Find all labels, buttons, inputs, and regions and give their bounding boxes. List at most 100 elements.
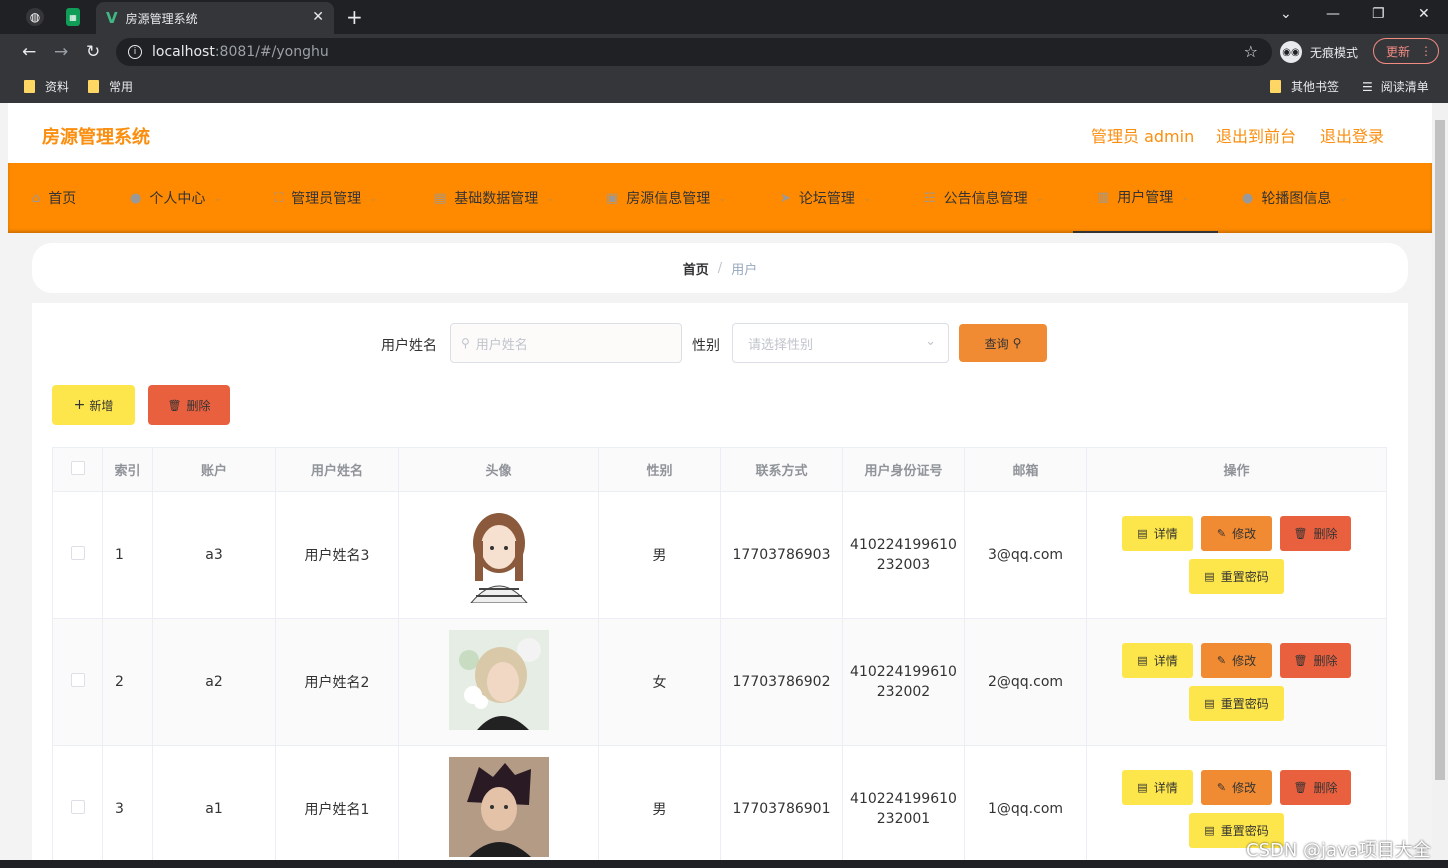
add-button[interactable]: + 新增 xyxy=(52,385,135,425)
bookmark-folder-changyong[interactable]: 常用 xyxy=(88,78,133,95)
detail-button[interactable]: ▤ 详情 xyxy=(1122,770,1193,805)
reset-password-button[interactable]: ▤ 重置密码 xyxy=(1189,686,1284,721)
reading-list[interactable]: ☰ 阅读清单 xyxy=(1362,78,1429,95)
row-checkbox[interactable] xyxy=(70,800,85,814)
phone-cell: 17703786901 xyxy=(720,745,843,860)
index-cell: 2 xyxy=(102,618,153,746)
kebab-icon[interactable]: ⋮ xyxy=(1420,44,1432,58)
col-gender: 性别 xyxy=(598,447,721,492)
tab-active[interactable]: V 房源管理系统 ✕ xyxy=(96,2,334,34)
chevron-down-icon: ⌄ xyxy=(546,192,555,204)
update-label: 更新 xyxy=(1386,44,1411,59)
avatar-cell xyxy=(398,618,599,746)
col-id-number: 用户身份证号 xyxy=(842,447,965,492)
menu-item-personal-center[interactable]: ● 个人中心 ⌄ xyxy=(130,163,222,233)
exit-to-front-link[interactable]: 退出到前台 xyxy=(1216,123,1296,147)
reload-icon[interactable]: ↻ xyxy=(86,42,100,62)
menu-item-home[interactable]: ⌂ 首页 xyxy=(32,163,76,233)
avatar[interactable] xyxy=(448,757,549,857)
gender-select[interactable]: 请选择性别 ⌄ xyxy=(732,323,949,363)
update-button[interactable]: 更新 ⋮ xyxy=(1373,38,1439,64)
col-phone: 联系方式 xyxy=(720,447,843,492)
globe-icon[interactable]: ◍ xyxy=(26,8,44,26)
forward-icon[interactable]: → xyxy=(54,42,68,62)
col-avatar: 头像 xyxy=(398,447,599,492)
tab-search-icon[interactable]: ⌄ xyxy=(1280,6,1292,22)
app-title: 房源管理系统 xyxy=(42,127,150,148)
row-checkbox[interactable] xyxy=(70,673,85,687)
delete-button[interactable]: 🗑 删除 xyxy=(1280,770,1351,805)
new-tab-icon[interactable]: + xyxy=(346,5,363,29)
close-tab-icon[interactable]: ✕ xyxy=(312,9,324,25)
close-window-icon[interactable]: ✕ xyxy=(1418,6,1430,22)
chevron-down-icon: ⌄ xyxy=(925,334,936,349)
edit-icon: ✎ xyxy=(1216,527,1227,540)
name-search-input[interactable]: ⚲ 用户姓名 xyxy=(450,323,682,363)
avatar[interactable] xyxy=(448,630,549,730)
info-icon[interactable]: i xyxy=(128,45,142,59)
table-header-row: 索引 账户 用户姓名 头像 性别 联系方式 用户身份证号 邮箱 操作 xyxy=(52,447,1387,492)
name-cell: 用户姓名3 xyxy=(275,491,399,619)
menu-item-basic-data[interactable]: ▤ 基础数据管理 ⌄ xyxy=(434,163,555,233)
menu-item-carousel[interactable]: ● 轮播图信息 ⌄ xyxy=(1242,163,1348,233)
edit-button[interactable]: ✎ 修改 xyxy=(1201,643,1272,678)
reset-password-button[interactable]: ▤ 重置密码 xyxy=(1189,559,1284,594)
user-table: 索引 账户 用户姓名 头像 性别 联系方式 用户身份证号 邮箱 操作 1 a3 … xyxy=(52,447,1387,860)
detail-button[interactable]: ▤ 详情 xyxy=(1122,516,1193,551)
menu-item-house-info[interactable]: ▣ 房源信息管理 ⌄ xyxy=(606,163,727,233)
gender-cell: 男 xyxy=(598,491,721,619)
menu-item-notice[interactable]: ☷ 公告信息管理 ⌄ xyxy=(924,163,1044,233)
url-input[interactable]: i localhost:8081/#/yonghu ☆ xyxy=(116,38,1272,66)
phone-cell: 17703786903 xyxy=(720,491,843,619)
account-cell: a2 xyxy=(152,618,276,746)
incognito-indicator[interactable]: ◉◉ 无痕模式 xyxy=(1280,38,1358,66)
edit-label: 修改 xyxy=(1232,781,1257,795)
trash-icon: 🗑 xyxy=(1293,527,1308,540)
menu-label: 基础数据管理 xyxy=(454,191,539,207)
delete-label: 删除 xyxy=(1313,527,1338,541)
chevron-down-icon: ⌄ xyxy=(862,192,872,204)
edit-button[interactable]: ✎ 修改 xyxy=(1201,516,1272,551)
menu-label: 个人中心 xyxy=(149,191,206,207)
detail-button[interactable]: ▤ 详情 xyxy=(1122,643,1193,678)
briefcase-icon: ▣ xyxy=(606,190,619,206)
reading-list-label: 阅读清单 xyxy=(1380,80,1429,94)
row-checkbox[interactable] xyxy=(70,546,85,560)
scrollbar-thumb[interactable] xyxy=(1435,120,1445,780)
logout-link[interactable]: 退出登录 xyxy=(1320,123,1384,147)
breadcrumb-home[interactable]: 首页 xyxy=(683,259,709,278)
bulk-delete-button[interactable]: 🗑 删除 xyxy=(148,385,230,425)
breadcrumb: 首页 / 用户 xyxy=(32,243,1408,293)
page-scrollbar[interactable] xyxy=(1432,103,1448,860)
edit-button[interactable]: ✎ 修改 xyxy=(1201,770,1272,805)
bookmark-folder-ziliao[interactable]: 资料 xyxy=(24,78,69,95)
menu-item-forum[interactable]: ➤ 论坛管理 ⌄ xyxy=(780,163,871,233)
address-bar: ← → ↻ i localhost:8081/#/yonghu ☆ ◉◉ 无痕模… xyxy=(0,34,1448,70)
select-all-header xyxy=(52,447,103,492)
other-bookmarks[interactable]: 其他书签 xyxy=(1270,78,1339,95)
query-button[interactable]: 查询 ⚲ xyxy=(959,324,1047,362)
name-cell: 用户姓名2 xyxy=(275,618,399,746)
bookmarks-bar: 资料 常用 其他书签 ☰ 阅读清单 xyxy=(0,70,1448,103)
reading-list-icon: ☰ xyxy=(1362,79,1373,94)
sliders-icon: ☷ xyxy=(924,190,936,206)
minimize-icon[interactable]: — xyxy=(1326,6,1340,22)
menu-item-admin-management[interactable]: ⛶ 管理员管理 ⌄ xyxy=(274,163,378,233)
avatar[interactable] xyxy=(448,503,549,603)
delete-label: 删除 xyxy=(1313,781,1338,795)
admin-user-label: 管理员 admin xyxy=(1091,127,1195,146)
restore-icon[interactable]: ❐ xyxy=(1372,6,1385,22)
delete-button[interactable]: 🗑 删除 xyxy=(1280,516,1351,551)
select-all-checkbox[interactable] xyxy=(70,460,85,475)
search-icon: ⚲ xyxy=(461,336,470,350)
col-account: 账户 xyxy=(152,447,276,492)
sheets-icon[interactable]: ▦ xyxy=(66,8,80,26)
back-icon[interactable]: ← xyxy=(22,42,36,62)
incognito-label: 无痕模式 xyxy=(1310,45,1359,60)
app-header: 房源管理系统 管理员 admin 退出到前台 退出登录 xyxy=(8,103,1432,163)
delete-button[interactable]: 🗑 删除 xyxy=(1280,643,1351,678)
star-icon[interactable]: ☆ xyxy=(1244,42,1258,61)
table-row: 2 a2 用户姓名2 女 17703786902 410224199610 23… xyxy=(52,618,1387,746)
menu-item-user-management[interactable]: ▥ 用户管理 ⌄ xyxy=(1073,163,1218,233)
col-name: 用户姓名 xyxy=(275,447,399,492)
